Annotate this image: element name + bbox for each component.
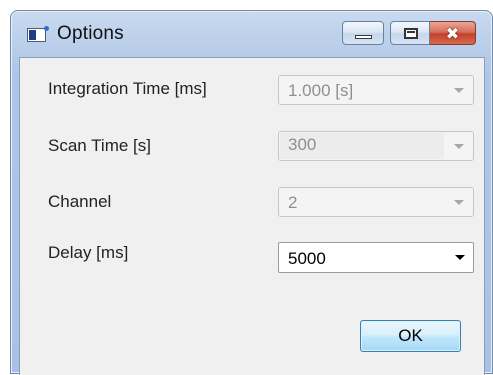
- ok-button[interactable]: OK: [360, 320, 461, 352]
- integration-time-dropdown: 1.000 [s]: [278, 75, 474, 105]
- scan-time-combobox: 300: [278, 131, 474, 161]
- delay-label: Delay [ms]: [48, 243, 129, 262]
- dialog-body: Integration Time [ms] 1.000 [s] Scan Tim…: [19, 57, 485, 375]
- channel-value: 2: [288, 193, 298, 212]
- chevron-down-icon: [454, 88, 464, 93]
- maximize-icon: [404, 28, 418, 39]
- caption-buttons: ✖: [342, 21, 476, 46]
- chevron-down-icon[interactable]: [455, 255, 465, 260]
- title-bar[interactable]: Options ✖: [11, 11, 492, 57]
- close-icon: ✖: [445, 24, 460, 43]
- scan-time-value: 300: [288, 135, 317, 154]
- minimize-icon: [355, 35, 372, 39]
- options-dialog: Options ✖ Integration Time [ms] 1.000 [s…: [10, 10, 493, 375]
- delay-value: 5000: [288, 249, 326, 268]
- delay-dropdown[interactable]: 5000: [278, 242, 474, 273]
- window-title: Options: [57, 23, 124, 44]
- channel-dropdown: 2: [278, 187, 474, 217]
- close-button[interactable]: ✖: [430, 21, 476, 45]
- chevron-down-icon: [454, 144, 464, 149]
- integration-time-value: 1.000 [s]: [288, 81, 354, 100]
- application-window-icon: [27, 26, 49, 42]
- integration-time-label: Integration Time [ms]: [48, 79, 207, 98]
- maximize-button[interactable]: [390, 21, 430, 45]
- minimize-button[interactable]: [342, 21, 384, 45]
- channel-label: Channel: [48, 192, 112, 211]
- chevron-down-icon: [454, 200, 464, 205]
- scan-time-label: Scan Time [s]: [48, 136, 151, 155]
